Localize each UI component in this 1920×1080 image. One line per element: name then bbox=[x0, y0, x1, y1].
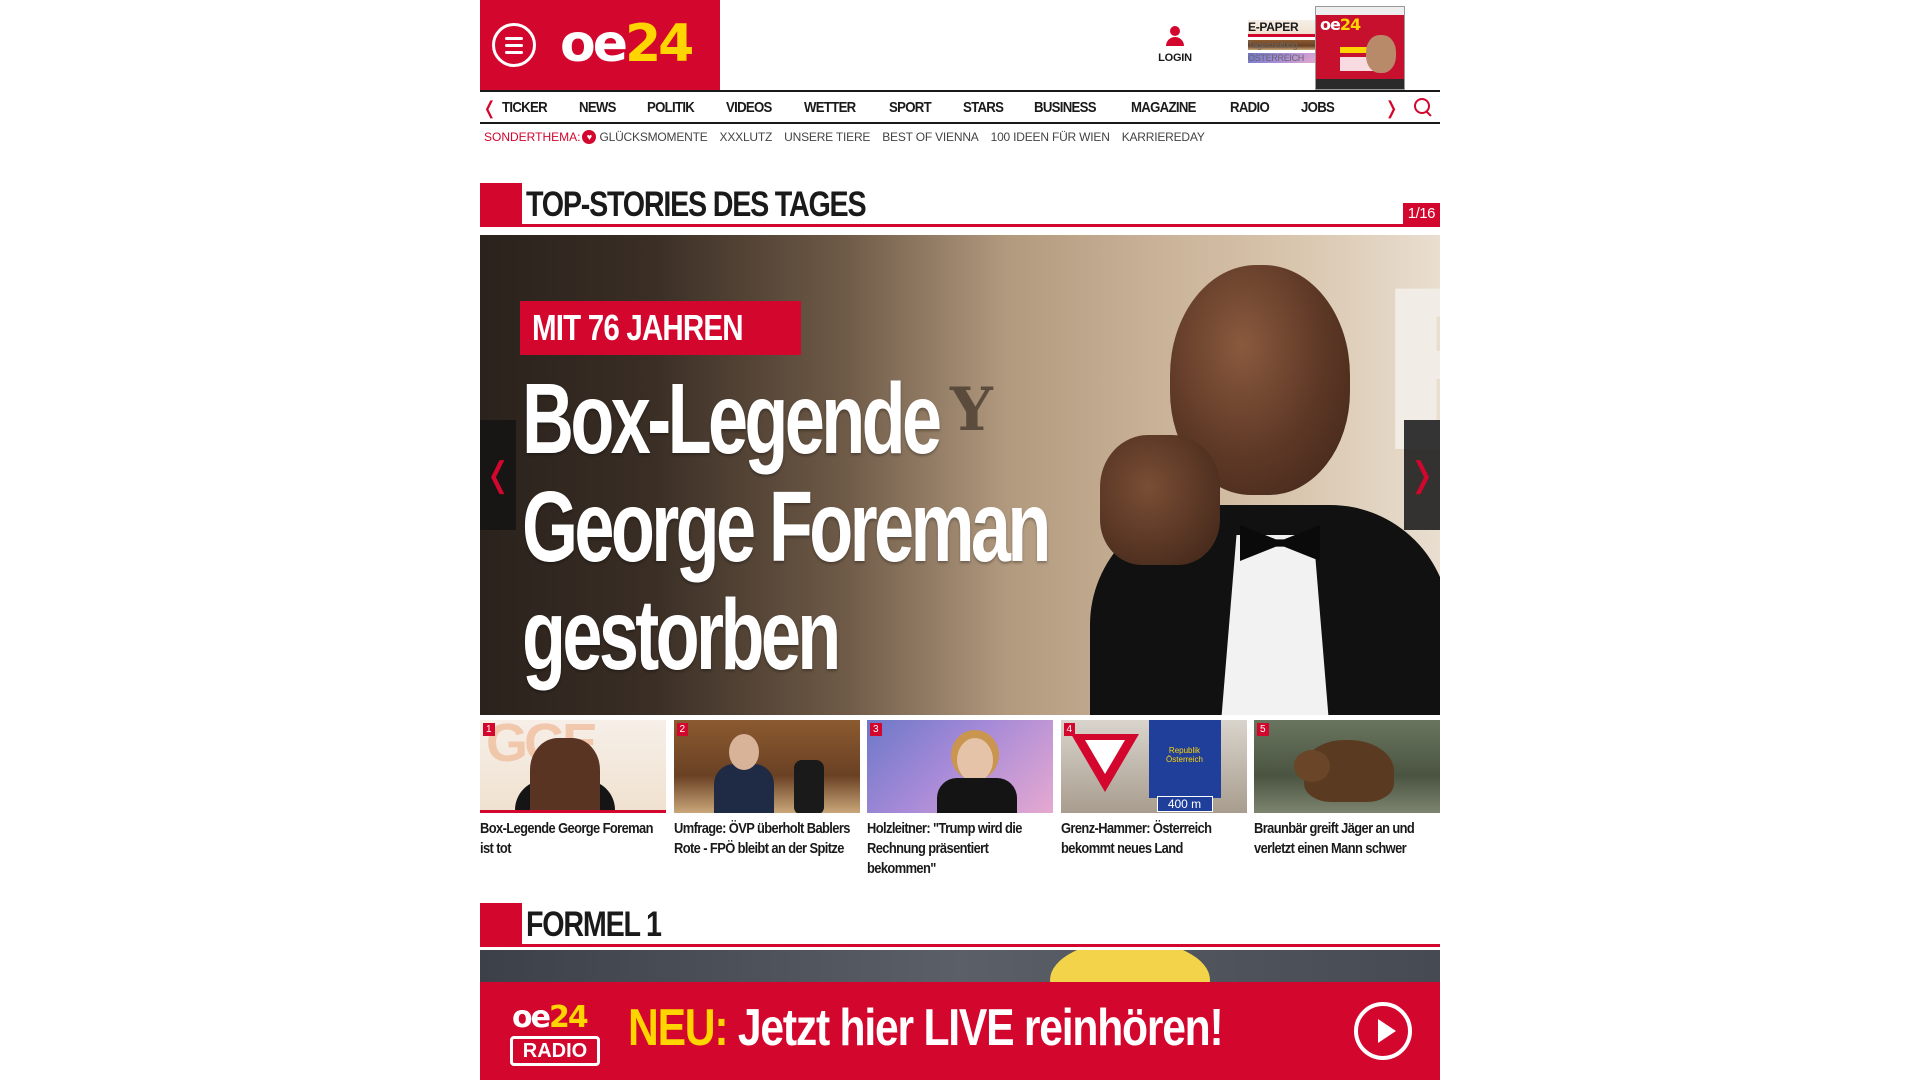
story-thumb-caption[interactable]: Holzleitner: "Trump wird die Rechnung pr… bbox=[867, 819, 1053, 879]
logo-text-24: 24 bbox=[625, 14, 694, 74]
story-thumb-image: 1 GGE bbox=[480, 720, 666, 813]
section-rule bbox=[522, 944, 1440, 947]
story-thumb-caption[interactable]: Braunbär greift Jäger an und verletzt ei… bbox=[1254, 819, 1440, 859]
radio-banner-neu: NEU: bbox=[628, 999, 729, 1057]
nav-item-magazine[interactable]: MAGAZINE bbox=[1131, 99, 1196, 116]
border-distance-sign: 400 m bbox=[1156, 796, 1213, 812]
subnav-item[interactable]: UNSERE TIERE bbox=[784, 130, 870, 144]
section-title: TOP-STORIES DES TAGES bbox=[526, 185, 867, 224]
site-logo[interactable]: oe24 bbox=[560, 14, 694, 74]
radio-logo-oe: oe bbox=[512, 1000, 551, 1035]
main-navigation: ❬ TICKER NEWS POLITIK VIDEOS WETTER SPORT STAR… bbox=[480, 90, 1440, 124]
slide-counter: 1/16 bbox=[1402, 203, 1440, 224]
epaper-cover-thumbnail[interactable]: oe24 bbox=[1315, 6, 1405, 90]
sonderthema-label: SONDERTHEMA: bbox=[484, 130, 581, 144]
nav-item-sport[interactable]: SPORT bbox=[889, 99, 932, 116]
story-thumb-image: 4 Republik Österreich 400 m bbox=[1060, 720, 1247, 813]
hero-headline-line: Box-Legende bbox=[522, 363, 942, 475]
heart-icon: ♥ bbox=[582, 130, 597, 144]
story-thumb-caption[interactable]: Grenz-Hammer: Österreich bekommt neues L… bbox=[1061, 819, 1247, 859]
radio-banner-message: Jetzt hier LIVE reinhören! bbox=[737, 999, 1224, 1057]
story-number-badge: 2 bbox=[676, 723, 689, 736]
story-number-badge: 3 bbox=[870, 723, 882, 736]
nav-item-wetter[interactable]: WETTER bbox=[804, 99, 856, 116]
story-thumb-image: 5 bbox=[1254, 720, 1440, 813]
nav-scroll-left-icon[interactable]: ❬ bbox=[482, 98, 497, 118]
section-accent-block bbox=[480, 183, 522, 227]
story-number-badge: 4 bbox=[1063, 723, 1076, 736]
hero-headline-line: George Foreman bbox=[522, 471, 1051, 583]
border-sign-text: Republik Österreich bbox=[1166, 746, 1203, 764]
hero-story[interactable]: B Y MIT 76 JAHREN Box-Legende George For… bbox=[480, 235, 1440, 715]
story-thumb-image: 2 bbox=[673, 720, 860, 813]
subnav-item[interactable]: 100 IDEEN FÜR WIEN bbox=[991, 130, 1110, 144]
nav-item-radio[interactable]: RADIO bbox=[1230, 99, 1270, 116]
radio-live-banner[interactable]: oe24 RADIO NEU: Jetzt hier LIVE reinhöre… bbox=[480, 982, 1440, 1080]
nav-item-stars[interactable]: STARS bbox=[963, 99, 1004, 116]
subnav-item[interactable]: BEST OF VIENNA bbox=[882, 130, 979, 144]
nav-item-news[interactable]: NEWS bbox=[579, 99, 616, 116]
epaper-link[interactable]: E-PAPER Tageszeitung ÖSTERREICH bbox=[1248, 20, 1318, 63]
sonderthema-bar: SONDERTHEMA: ♥ GLÜCKSMOMENTE XXXLUTZ UNSER… bbox=[484, 129, 1217, 145]
nav-items: TICKER NEWS POLITIK VIDEOS WETTER SPORT STARS B… bbox=[502, 92, 1364, 122]
story-number-badge: 1 bbox=[483, 723, 495, 736]
nav-item-ticker[interactable]: TICKER bbox=[502, 99, 548, 116]
nav-item-politik[interactable]: POLITIK bbox=[647, 99, 695, 116]
site-header: oe24 LOGIN E-PAPER Tageszeitung ÖSTERREI… bbox=[480, 0, 1440, 90]
top-stories-heading: TOP-STORIES DES TAGES 1/16 bbox=[480, 183, 1440, 227]
story-thumbnails: 1 GGE Box-Legende George Foreman ist tot… bbox=[480, 720, 1440, 890]
nav-item-business[interactable]: BUSINESS bbox=[1034, 99, 1097, 116]
epaper-title: E-PAPER bbox=[1248, 20, 1318, 37]
subnav-item[interactable]: KARRIEREDAY bbox=[1122, 130, 1205, 144]
subnav-item[interactable]: XXXLUTZ bbox=[720, 130, 773, 144]
logo-block[interactable]: oe24 bbox=[480, 0, 720, 90]
radio-logo: oe24 RADIO bbox=[508, 1002, 604, 1068]
section-rule bbox=[522, 224, 1440, 227]
hero-prev-icon[interactable]: ❬ bbox=[480, 420, 516, 530]
play-icon[interactable] bbox=[1354, 1002, 1412, 1060]
epaper-subtitle: Tageszeitung bbox=[1248, 40, 1318, 50]
formel1-heading: FORMEL 1 bbox=[480, 903, 1440, 947]
radio-logo-24: 24 bbox=[548, 1000, 589, 1035]
story-thumb-caption[interactable]: Umfrage: ÖVP überholt Bablers Rote - FPÖ… bbox=[674, 819, 860, 859]
story-thumb-4[interactable]: 4 Republik Österreich 400 m Grenz-Hammer… bbox=[1060, 720, 1247, 890]
section-title[interactable]: FORMEL 1 bbox=[526, 903, 662, 947]
login-label: LOGIN bbox=[1158, 52, 1192, 64]
story-thumb-3[interactable]: 3 Holzleitner: "Trump wird die Rechnung … bbox=[867, 720, 1053, 890]
story-thumb-caption[interactable]: Box-Legende George Foreman ist tot bbox=[480, 819, 666, 859]
hero-next-icon[interactable]: ❭ bbox=[1404, 420, 1440, 530]
story-thumb-2[interactable]: 2 Umfrage: ÖVP überholt Bablers Rote - F… bbox=[673, 720, 860, 890]
hero-kicker: MIT 76 JAHREN bbox=[520, 301, 802, 355]
section-accent-block bbox=[480, 903, 522, 947]
logo-text-oe: oe bbox=[560, 14, 628, 74]
story-thumb-image: 3 bbox=[867, 720, 1053, 813]
story-number-badge: 5 bbox=[1257, 723, 1269, 736]
story-thumb-1[interactable]: 1 GGE Box-Legende George Foreman ist tot bbox=[480, 720, 666, 890]
search-icon[interactable] bbox=[1412, 97, 1434, 119]
nav-item-videos[interactable]: VIDEOS bbox=[726, 99, 772, 116]
login-button[interactable]: LOGIN bbox=[1145, 26, 1205, 64]
nav-item-jobs[interactable]: JOBS bbox=[1301, 99, 1335, 116]
epaper-paper-name: ÖSTERREICH bbox=[1248, 53, 1318, 63]
hero-headline-line: gestorben bbox=[522, 579, 841, 691]
radio-banner-text: NEU: Jetzt hier LIVE reinhören! bbox=[628, 998, 1224, 1058]
hamburger-menu-icon[interactable] bbox=[492, 23, 536, 67]
radio-logo-label: RADIO bbox=[510, 1036, 600, 1066]
page: oe24 LOGIN E-PAPER Tageszeitung ÖSTERREI… bbox=[480, 0, 1440, 1080]
nav-scroll-right-icon[interactable]: ❭ bbox=[1384, 98, 1399, 118]
story-thumb-5[interactable]: 5 Braunbär greift Jäger an und verletzt … bbox=[1254, 720, 1440, 890]
user-icon bbox=[1166, 26, 1184, 46]
hero-headline[interactable]: Box-Legende George Foreman gestorben bbox=[522, 363, 1051, 691]
subnav-item[interactable]: GLÜCKSMOMENTE bbox=[599, 130, 707, 144]
